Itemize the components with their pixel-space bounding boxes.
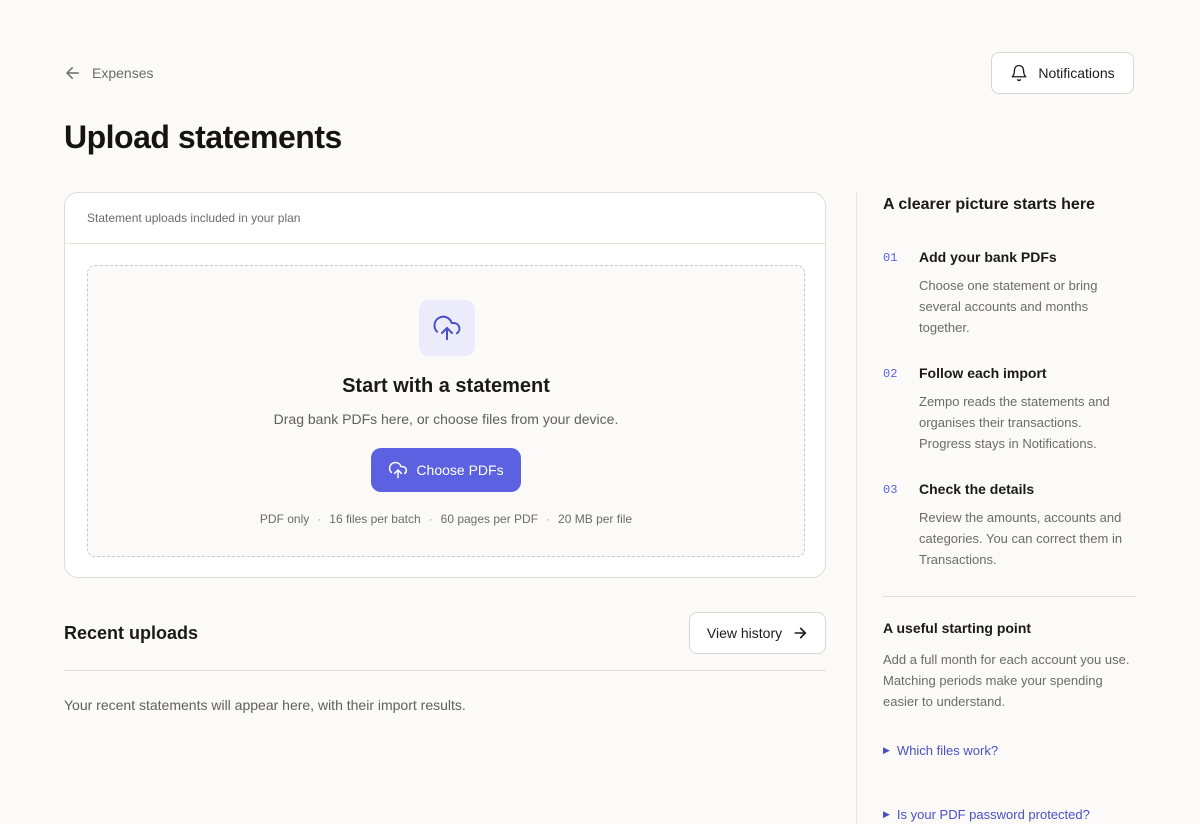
step-description: Zempo reads the statements and organises… — [919, 394, 1110, 451]
recent-empty-text: Your recent statements will appear here,… — [64, 697, 466, 713]
step-number: 01 — [883, 251, 898, 265]
sidebar-title: A clearer picture starts here — [883, 196, 1095, 213]
faq-which-files[interactable]: ▶ Which files work? — [883, 743, 998, 758]
view-history-button[interactable]: View history — [689, 612, 826, 654]
step-title: Follow each import — [919, 365, 1047, 381]
dropzone[interactable]: Start with a statement Drag bank PDFs he… — [87, 265, 805, 557]
step-number: 02 — [883, 367, 898, 381]
upload-limits: PDF only · 16 files per batch · 60 pages… — [88, 512, 804, 526]
limit-item: 60 pages per PDF — [440, 512, 539, 526]
tip-title: A useful starting point — [883, 620, 1032, 636]
bell-icon — [1011, 64, 1027, 82]
arrow-left-icon — [66, 67, 79, 79]
dropzone-title: Start with a statement — [342, 375, 550, 397]
sidebar: A clearer picture starts here 01 Add you… — [883, 196, 1136, 567]
upload-icon-tile — [419, 300, 475, 356]
arrow-right-icon — [794, 627, 807, 639]
step-title: Check the details — [919, 481, 1035, 497]
choose-pdfs-button[interactable]: Choose PDFs — [371, 448, 521, 492]
step-number: 03 — [883, 483, 898, 497]
limit-item: PDF only — [259, 512, 310, 526]
page-title: Upload statements — [64, 119, 342, 155]
limit-separator: · — [317, 512, 322, 526]
triangle-right-icon: ▶ — [883, 745, 890, 755]
view-history-label: View history — [706, 625, 783, 641]
triangle-right-icon: ▶ — [883, 809, 890, 819]
dropzone-subtitle: Drag bank PDFs here, or choose files fro… — [273, 411, 619, 427]
faq-label: Is your PDF password protected? — [896, 807, 1090, 822]
divider — [64, 670, 826, 671]
step-description: Choose one statement or bring several ac… — [919, 278, 1098, 335]
limit-item: 20 MB per file — [558, 512, 633, 526]
upload-card: Statement uploads included in your plan … — [64, 192, 826, 578]
divider — [883, 596, 1136, 597]
step-description: Review the amounts, accounts and categor… — [919, 510, 1123, 567]
tip-description: Add a full month for each account you us… — [883, 652, 1130, 709]
sidebar-divider — [856, 192, 857, 824]
plan-info-header: Statement uploads included in your plan — [65, 193, 825, 244]
limit-separator: · — [546, 512, 551, 526]
choose-pdfs-label: Choose PDFs — [416, 462, 504, 478]
faq-password-protected[interactable]: ▶ Is your PDF password protected? — [883, 807, 1090, 822]
notifications-button[interactable]: Notifications — [991, 52, 1134, 94]
step-title: Add your bank PDFs — [919, 249, 1057, 265]
cloud-upload-icon — [433, 315, 461, 341]
back-link[interactable]: Expenses — [64, 64, 153, 82]
limit-item: 16 files per batch — [329, 512, 421, 526]
faq-label: Which files work? — [896, 743, 999, 758]
back-link-label: Expenses — [92, 65, 154, 81]
cloud-upload-icon — [389, 461, 408, 479]
limit-separator: · — [428, 512, 433, 526]
notifications-label: Notifications — [1038, 65, 1115, 81]
recent-uploads-title: Recent uploads — [64, 623, 199, 643]
